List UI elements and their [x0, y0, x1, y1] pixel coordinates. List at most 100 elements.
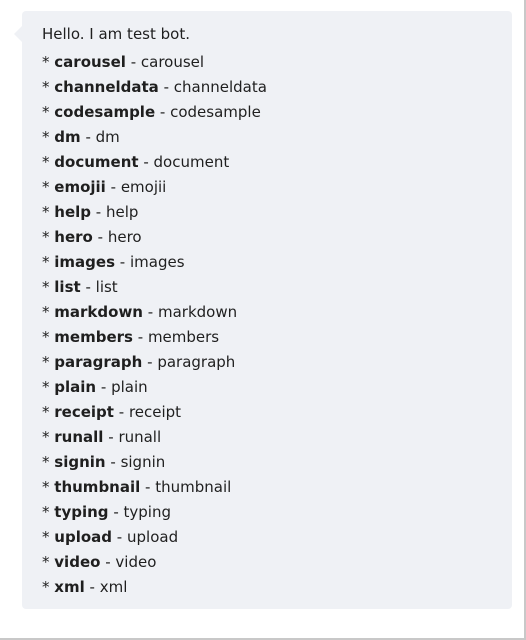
- command-separator: -: [116, 528, 123, 546]
- command-description: upload: [127, 528, 179, 546]
- command-name: video: [54, 553, 101, 571]
- command-description: signin: [120, 453, 166, 471]
- command-item-paragraph: * paragraph - paragraph: [42, 350, 512, 375]
- command-separator: -: [89, 578, 95, 596]
- command-description: hero: [107, 228, 142, 246]
- command-description: markdown: [157, 303, 238, 321]
- bullet-marker: *: [42, 128, 50, 146]
- command-item-video: * video - video: [42, 550, 512, 575]
- command-separator: -: [130, 53, 137, 71]
- command-description: emojii: [120, 178, 167, 196]
- bullet-marker: *: [42, 178, 50, 196]
- command-name: images: [54, 253, 116, 271]
- command-name: codesample: [54, 103, 156, 121]
- command-separator: -: [85, 278, 91, 296]
- command-name: signin: [54, 453, 106, 471]
- command-name: paragraph: [54, 353, 143, 371]
- command-name: channeldata: [54, 78, 159, 96]
- command-separator: -: [163, 78, 170, 96]
- command-description: dm: [95, 128, 120, 146]
- command-separator: -: [110, 178, 117, 196]
- command-description: video: [115, 553, 157, 571]
- command-separator: -: [137, 328, 144, 346]
- command-separator: -: [143, 153, 149, 171]
- command-separator: -: [119, 253, 126, 271]
- command-separator: -: [95, 203, 102, 221]
- bullet-marker: *: [42, 153, 50, 171]
- command-description: codesample: [170, 103, 261, 121]
- command-item-carousel: * carousel - carousel: [42, 50, 512, 75]
- command-item-signin: * signin - signin: [42, 450, 512, 475]
- command-description: channeldata: [173, 78, 267, 96]
- bullet-marker: *: [42, 203, 50, 221]
- command-name: dm: [54, 128, 81, 146]
- bullet-marker: *: [42, 78, 50, 96]
- command-name: thumbnail: [54, 478, 141, 496]
- command-description: paragraph: [157, 353, 236, 371]
- bullet-marker: *: [42, 378, 50, 396]
- bullet-marker: *: [42, 353, 50, 371]
- command-list: * carousel - carousel * channeldata - cha…: [42, 50, 512, 600]
- bullet-marker: *: [42, 278, 50, 296]
- bullet-marker: *: [42, 253, 50, 271]
- bullet-marker: *: [42, 453, 50, 471]
- command-item-dm: * dm - dm: [42, 125, 512, 150]
- command-description: runall: [118, 428, 162, 446]
- bullet-marker: *: [42, 403, 50, 421]
- command-name: emojii: [54, 178, 106, 196]
- command-separator: -: [108, 428, 114, 446]
- command-separator: -: [110, 453, 116, 471]
- command-item-plain: * plain - plain: [42, 375, 512, 400]
- command-separator: -: [159, 103, 166, 121]
- bullet-marker: *: [42, 103, 50, 121]
- command-item-markdown: * markdown - markdown: [42, 300, 512, 325]
- command-item-help: * help - help: [42, 200, 512, 225]
- command-item-emojii: * emojii - emojii: [42, 175, 512, 200]
- command-name: typing: [54, 503, 109, 521]
- command-name: help: [54, 203, 92, 221]
- greeting-text: Hello. I am test bot.: [42, 25, 190, 43]
- bullet-marker: *: [42, 303, 50, 321]
- bullet-marker: *: [42, 428, 50, 446]
- command-name: carousel: [54, 53, 126, 71]
- command-description: images: [130, 253, 185, 271]
- command-description: receipt: [128, 403, 182, 421]
- bullet-marker: *: [42, 478, 50, 496]
- command-item-document: * document - document: [42, 150, 512, 175]
- command-separator: -: [145, 478, 151, 496]
- command-name: hero: [54, 228, 93, 246]
- bubble-nub: [14, 26, 22, 42]
- command-separator: -: [105, 553, 111, 571]
- bullet-marker: *: [42, 578, 50, 596]
- command-item-receipt: * receipt - receipt: [42, 400, 512, 425]
- command-item-images: * images - images: [42, 250, 512, 275]
- command-description: document: [153, 153, 230, 171]
- command-item-codesample: * codesample - codesample: [42, 100, 512, 125]
- command-name: xml: [54, 578, 85, 596]
- command-name: plain: [54, 378, 97, 396]
- command-description: help: [106, 203, 139, 221]
- command-item-members: * members - members: [42, 325, 512, 350]
- command-name: markdown: [54, 303, 143, 321]
- command-item-typing: * typing - typing: [42, 500, 512, 525]
- command-name: list: [54, 278, 81, 296]
- bot-message-bubble: Hello. I am test bot. * carousel - carou…: [14, 11, 512, 609]
- command-description: members: [147, 328, 220, 346]
- bullet-marker: *: [42, 553, 50, 571]
- command-description: list: [95, 278, 118, 296]
- command-item-xml: * xml - xml: [42, 575, 512, 600]
- command-item-thumbnail: * thumbnail - thumbnail: [42, 475, 512, 500]
- bullet-marker: *: [42, 503, 50, 521]
- command-name: runall: [54, 428, 104, 446]
- bullet-marker: *: [42, 53, 50, 71]
- command-description: thumbnail: [155, 478, 232, 496]
- command-item-runall: * runall - runall: [42, 425, 512, 450]
- command-separator: -: [113, 503, 119, 521]
- command-item-upload: * upload - upload: [42, 525, 512, 550]
- command-description: plain: [111, 378, 148, 396]
- bullet-marker: *: [42, 528, 50, 546]
- command-description: xml: [99, 578, 128, 596]
- command-description: typing: [123, 503, 171, 521]
- command-separator: -: [100, 378, 107, 396]
- command-item-list: * list - list: [42, 275, 512, 300]
